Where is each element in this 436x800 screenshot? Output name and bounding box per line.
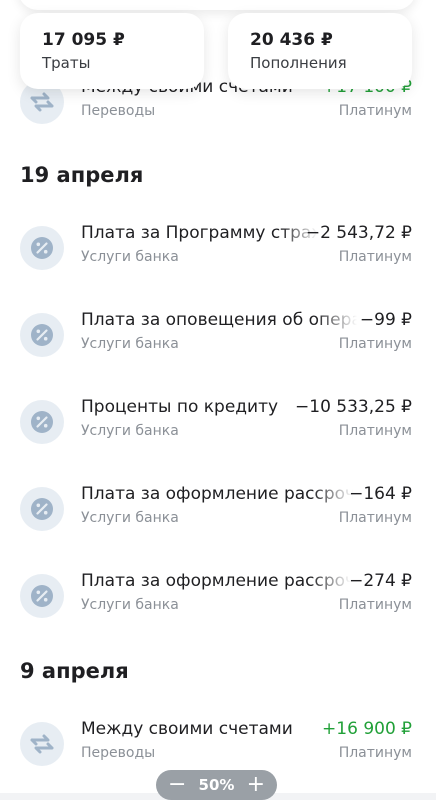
operation-category: Услуги банка	[81, 423, 179, 439]
operations-screen: Между своими счетами Переводы +17 100 ₽ …	[0, 0, 436, 800]
operation-account: Платинум	[338, 745, 412, 761]
percent-icon	[20, 400, 64, 444]
operation-title: Плата за оповещения об операциях	[81, 310, 357, 330]
operation-row[interactable]: Плата за Программу страхования Услуги ба…	[0, 220, 436, 280]
income-label: Пополнения	[250, 54, 347, 72]
operation-amount: −99 ₽	[359, 310, 412, 330]
transfer-arrows-icon	[20, 722, 64, 766]
percent-icon	[20, 226, 64, 270]
operation-account: Платинум	[338, 103, 412, 119]
operation-row[interactable]: Плата за оформление рассрочки Услуги бан…	[0, 568, 436, 628]
operation-category: Услуги банка	[81, 336, 179, 352]
date-header: 19 апреля	[20, 163, 144, 187]
operation-account: Платинум	[338, 510, 412, 526]
operations-list: Между своими счетами Переводы +17 100 ₽ …	[0, 0, 436, 793]
operation-account: Платинум	[338, 336, 412, 352]
operation-amount: −10 533,25 ₽	[295, 397, 412, 417]
operation-row[interactable]: Плата за оформление рассрочки Услуги бан…	[0, 481, 436, 541]
operation-category: Переводы	[81, 745, 156, 761]
operation-title: Между своими счетами	[81, 719, 293, 739]
operation-row[interactable]: Между своими счетами Переводы +16 900 ₽ …	[0, 716, 436, 776]
zoom-level: 50%	[198, 776, 235, 794]
sticky-header-panel	[18, 0, 416, 10]
date-header: 9 апреля	[20, 659, 129, 683]
operation-account: Платинум	[338, 597, 412, 613]
operation-row[interactable]: Проценты по кредиту Услуги банка −10 533…	[0, 394, 436, 454]
expenses-value: 17 095 ₽	[42, 30, 125, 50]
percent-icon	[20, 487, 64, 531]
operation-category: Услуги банка	[81, 249, 179, 265]
operation-amount: −274 ₽	[349, 571, 412, 591]
expenses-label: Траты	[42, 54, 91, 72]
operation-amount: −2 543,72 ₽	[305, 223, 412, 243]
operation-account: Платинум	[338, 423, 412, 439]
operation-amount: +16 900 ₽	[322, 719, 412, 739]
percent-icon	[20, 574, 64, 618]
operation-title: Плата за Программу страхования	[81, 223, 317, 243]
zoom-control: − 50% +	[156, 770, 277, 800]
operation-row[interactable]: Плата за оповещения об операциях Услуги …	[0, 307, 436, 367]
income-card[interactable]: 20 436 ₽ Пополнения	[228, 13, 412, 89]
operation-title: Плата за оформление рассрочки	[81, 571, 351, 591]
operation-title: Проценты по кредиту	[81, 397, 279, 417]
operation-title: Плата за оформление рассрочки	[81, 484, 353, 504]
operation-account: Платинум	[338, 249, 412, 265]
percent-icon	[20, 313, 64, 357]
expenses-card[interactable]: 17 095 ₽ Траты	[20, 13, 204, 89]
operation-category: Переводы	[81, 103, 156, 119]
operation-category: Услуги банка	[81, 510, 179, 526]
income-value: 20 436 ₽	[250, 30, 333, 50]
operation-amount: −164 ₽	[349, 484, 412, 504]
operation-category: Услуги банка	[81, 597, 179, 613]
